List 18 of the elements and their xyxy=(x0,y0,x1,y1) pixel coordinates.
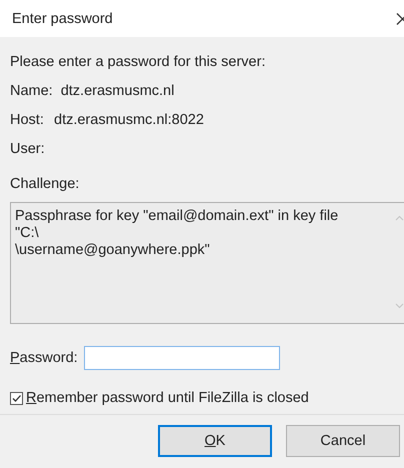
cancel-button[interactable]: Cancel xyxy=(286,425,400,457)
ok-button[interactable]: OK xyxy=(158,425,272,457)
field-label: User: xyxy=(10,140,46,156)
remember-label: Remember password until FileZilla is closed xyxy=(26,390,309,406)
field-value: dtz.erasmusmc.nl:8022 xyxy=(54,112,204,128)
challenge-text-area: Passphrase for key "email@domain.ext" in key file "C:\ \username@goanywhere.ppk" xyxy=(10,202,404,324)
close-icon[interactable] xyxy=(396,12,404,26)
field-value: dtz.erasmusmc.nl xyxy=(60,82,174,98)
field-label: Host: xyxy=(10,112,45,128)
password-field[interactable] xyxy=(84,346,280,370)
prompt-text: Please enter a password for this server: xyxy=(10,52,266,72)
field-label: Name: xyxy=(10,82,53,98)
challenge-label: Challenge: xyxy=(10,174,80,194)
scroll-down-icon[interactable] xyxy=(394,303,404,309)
window-title: Enter password xyxy=(12,10,113,26)
password-label: Password: xyxy=(10,350,78,366)
scroll-up-icon[interactable] xyxy=(394,215,404,221)
remember-checkbox[interactable] xyxy=(10,392,23,404)
